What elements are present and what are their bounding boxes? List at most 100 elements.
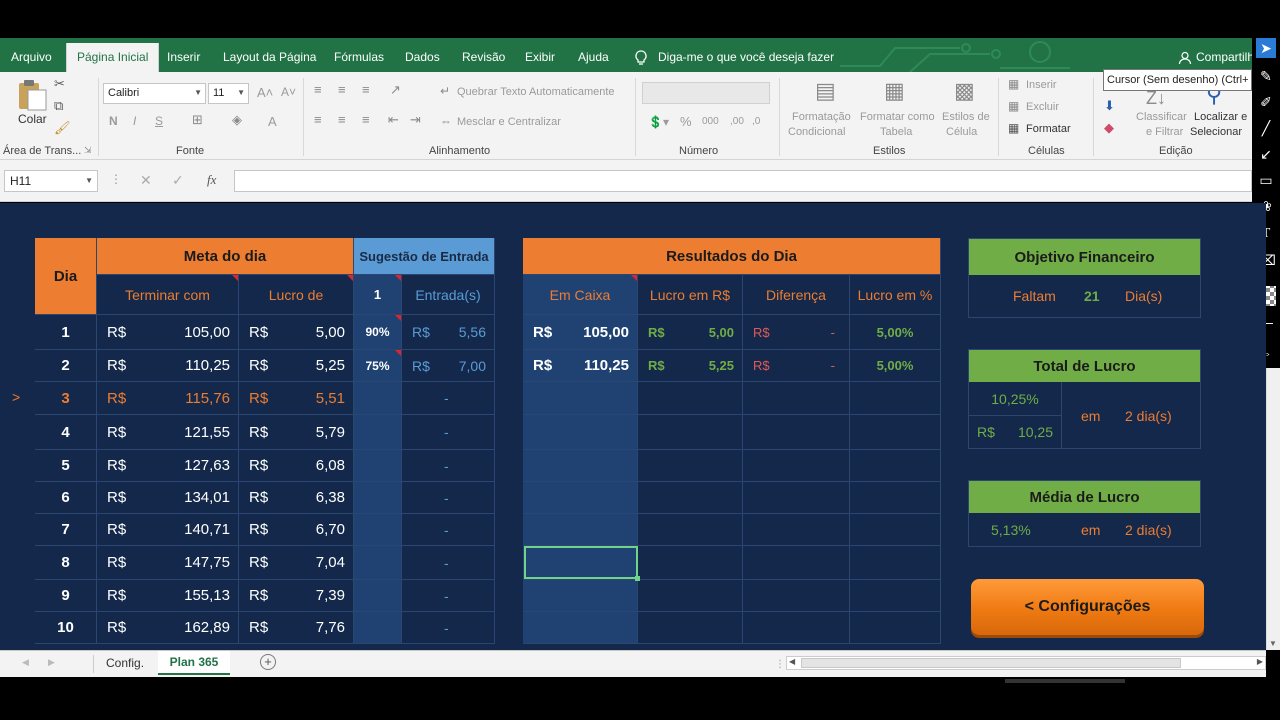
clear-icon[interactable]: ◆ (1104, 120, 1114, 136)
thousands-icon[interactable]: 000 (702, 116, 719, 127)
wrap-text-icon[interactable]: ↵ (440, 84, 450, 98)
number-format-select[interactable] (642, 82, 770, 104)
scroll-left-icon[interactable]: ◀ (789, 657, 795, 666)
delete-cells-button[interactable]: Excluir (1026, 101, 1059, 113)
tab-exibir[interactable]: Exibir (525, 38, 555, 72)
add-sheet-icon[interactable]: + (260, 654, 276, 670)
objetivo-header: Objetivo Financeiro (969, 239, 1200, 275)
diferenca-cell (743, 580, 850, 612)
sort-filter-label2[interactable]: e Filtrar (1146, 126, 1183, 138)
currency-format-icon[interactable]: 💲▾ (648, 115, 669, 129)
font-size-select[interactable]: 11 ▼ (208, 83, 249, 104)
scroll-thumb[interactable] (801, 658, 1181, 668)
insert-cells-icon[interactable]: ▦ (1008, 77, 1019, 91)
sheet-tab-config[interactable]: Config. (106, 656, 144, 670)
pencil-tool-icon[interactable]: ✎ (1256, 66, 1276, 86)
bold-button[interactable]: N (109, 114, 118, 128)
entrada-value: - (444, 521, 449, 538)
align-left-icon[interactable]: ≡ (314, 112, 322, 127)
decrease-decimal-icon[interactable]: ,0 (752, 116, 760, 127)
format-table-label2[interactable]: Tabela (880, 126, 912, 138)
merge-center-button[interactable]: Mesclar e Centralizar (457, 116, 561, 128)
scroll-right-icon[interactable]: ▶ (1257, 657, 1263, 666)
vertical-scrollbar[interactable]: ▼ (1266, 368, 1280, 650)
align-bottom-icon[interactable]: ≡ (362, 82, 370, 97)
format-painter-icon[interactable]: 🖌 (54, 120, 71, 136)
wrap-text-button[interactable]: Quebrar Texto Automaticamente (457, 86, 615, 98)
insert-cells-button[interactable]: Inserir (1026, 79, 1057, 91)
find-select-label1[interactable]: Localizar e (1194, 111, 1247, 123)
cursor-tool-icon[interactable]: ➤ (1256, 38, 1276, 58)
italic-button[interactable]: I (133, 114, 136, 128)
tab-dados[interactable]: Dados (405, 38, 440, 72)
sort-filter-label1[interactable]: Classificar (1136, 111, 1187, 123)
tab-ajuda[interactable]: Ajuda (578, 38, 609, 72)
horizontal-scrollbar[interactable]: ◀ ▶ (786, 656, 1266, 670)
fill-down-icon[interactable]: ⬇ (1104, 98, 1115, 114)
insert-function-icon[interactable]: fx (207, 172, 216, 188)
tab-layout-pagina[interactable]: Layout da Página (223, 38, 316, 72)
delete-cells-icon[interactable]: ▦ (1008, 99, 1019, 113)
line-tool-icon[interactable]: ╱ (1256, 118, 1276, 138)
percent-icon[interactable]: % (680, 114, 692, 129)
conditional-format-label1[interactable]: Formatação (792, 111, 851, 123)
increase-decimal-icon[interactable]: ,00 (730, 116, 744, 127)
tab-pagina-inicial[interactable]: Página Inicial (66, 43, 160, 72)
cell-styles-label2[interactable]: Célula (946, 126, 977, 138)
dialog-launcher-icon[interactable]: ⇲ (84, 145, 92, 156)
fill-color-icon[interactable]: ◈ (232, 112, 242, 128)
sort-filter-icon[interactable]: Z↓ (1146, 88, 1166, 109)
format-table-icon[interactable]: ▦ (884, 78, 905, 104)
tab-formulas[interactable]: Fórmulas (334, 38, 384, 72)
worksheet[interactable]: > Dia Meta do dia Sugestão de Entrada Termi… (0, 203, 1266, 650)
orientation-icon[interactable]: ↗ (390, 82, 401, 98)
lucro-pct-cell (850, 382, 941, 415)
tab-arquivo[interactable]: Arquivo (11, 38, 52, 72)
cut-icon[interactable]: ✂ (54, 76, 65, 92)
shrink-font-icon[interactable]: A˅ (281, 85, 296, 99)
selected-cell[interactable] (524, 546, 640, 581)
grow-font-icon[interactable]: A˄ (257, 85, 273, 100)
align-top-icon[interactable]: ≡ (314, 82, 322, 97)
format-cells-icon[interactable]: ▦ (1008, 121, 1019, 135)
conditional-format-icon[interactable]: ▤ (815, 78, 836, 104)
cell-styles-icon[interactable]: ▩ (954, 78, 975, 104)
enter-icon[interactable]: ✓ (172, 172, 184, 189)
align-right-icon[interactable]: ≡ (362, 112, 370, 127)
share-button[interactable]: Compartilh (1196, 38, 1254, 72)
tell-me-search[interactable]: Diga-me o que você deseja fazer (658, 38, 834, 72)
font-name-select[interactable]: Calibri ▼ (103, 83, 206, 104)
formula-input[interactable] (234, 170, 1252, 192)
name-box[interactable]: H11 ▼ (4, 170, 98, 192)
prev-sheet-icon[interactable]: ◀ (22, 657, 29, 668)
find-select-label2[interactable]: Selecionar (1190, 126, 1242, 138)
rectangle-tool-icon[interactable]: ▭ (1256, 170, 1276, 190)
merge-icon[interactable]: ⇔ (440, 114, 452, 128)
lucro-currency: R$ (249, 489, 269, 506)
marker-tool-icon[interactable]: ✐ (1256, 92, 1276, 112)
increase-indent-icon[interactable]: ⇥ (410, 112, 421, 128)
conditional-format-label2[interactable]: Condicional (788, 126, 845, 138)
tab-revisao[interactable]: Revisão (462, 38, 505, 72)
font-color-icon[interactable]: A (268, 114, 277, 129)
arrow-tool-icon[interactable]: ↙ (1256, 144, 1276, 164)
sheet-tab-plan365[interactable]: Plan 365 (158, 651, 230, 675)
configuracoes-button[interactable]: < Configurações (971, 579, 1204, 635)
align-middle-icon[interactable]: ≡ (338, 82, 346, 97)
underline-button[interactable]: S (155, 114, 163, 128)
fill-handle[interactable] (635, 576, 640, 581)
format-cells-button[interactable]: Formatar (1026, 123, 1071, 135)
tab-inserir[interactable]: Inserir (167, 38, 200, 72)
decrease-indent-icon[interactable]: ⇤ (388, 112, 399, 128)
copy-icon[interactable]: ⧉ (54, 98, 63, 114)
borders-icon[interactable]: ⊞ (192, 112, 203, 128)
format-table-label1[interactable]: Formatar como (860, 111, 935, 123)
align-center-icon[interactable]: ≡ (338, 112, 346, 127)
paste-icon[interactable] (16, 78, 48, 112)
cancel-icon[interactable]: ✕ (140, 172, 152, 189)
cell-styles-label1[interactable]: Estilos de (942, 111, 990, 123)
diferenca-cell (743, 415, 850, 450)
paste-label[interactable]: Colar (18, 112, 47, 126)
scroll-down-icon[interactable]: ▼ (1269, 639, 1277, 648)
next-sheet-icon[interactable]: ▶ (48, 657, 55, 668)
